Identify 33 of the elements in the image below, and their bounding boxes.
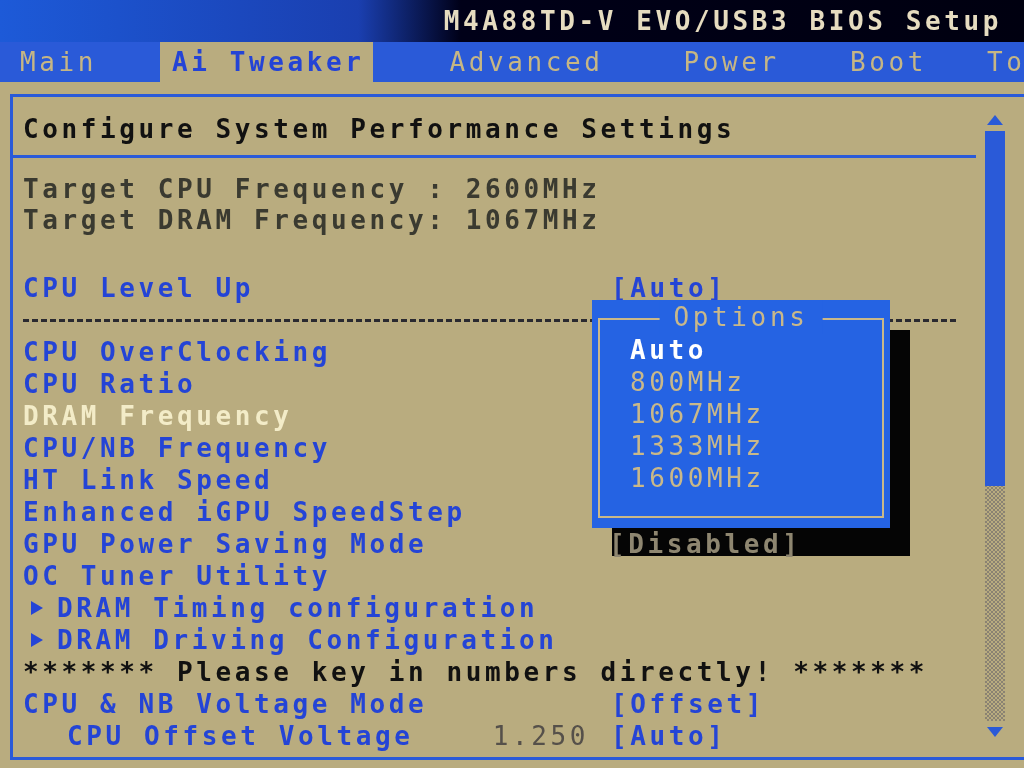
setting-label[interactable]: CPU & NB Voltage Mode	[23, 688, 611, 720]
menu-tab[interactable]: To	[974, 42, 1024, 82]
option-item[interactable]: 1600MHz	[630, 462, 765, 494]
option-item[interactable]: 1333MHz	[630, 430, 765, 462]
option-item[interactable]: 800MHz	[630, 366, 746, 398]
setting-label[interactable]: CPU Offset Voltage	[23, 720, 447, 752]
info-line: Target DRAM Frequency: 1067MHz	[23, 205, 602, 236]
section-heading: Configure System Performance Settings	[23, 113, 737, 146]
menu-tab[interactable]: Boot	[837, 42, 935, 82]
setting-label[interactable]: CPU Level Up	[23, 272, 611, 304]
scrollbar-thumb[interactable]	[985, 131, 1005, 486]
window-title: M4A88TD-V EVO/USB3 BIOS Setup	[443, 6, 1002, 36]
setting-label[interactable]: GPU Power Saving Mode	[23, 528, 611, 560]
scrollbar-track[interactable]	[985, 131, 1005, 721]
option-item[interactable]: 1067MHz	[630, 398, 765, 430]
menu-tab[interactable]: Advanced	[437, 42, 612, 82]
option-item[interactable]: Auto	[630, 334, 707, 366]
value-reading: 1.250	[491, 720, 590, 752]
info-line: Target CPU Frequency : 2600MHz	[23, 174, 602, 205]
scroll-up-icon[interactable]	[987, 115, 1003, 125]
triangle-right-icon	[31, 601, 43, 615]
notice-text: ******* Please key in numbers directly! *******	[23, 656, 928, 688]
setting-value[interactable]: [Auto]	[611, 720, 727, 752]
setting-label[interactable]: OC Tuner Utility	[23, 560, 611, 592]
menu-tab[interactable]: Power	[671, 42, 788, 82]
setting-value[interactable]: [Disabled]	[609, 528, 802, 560]
setting-value[interactable]: [Offset]	[611, 688, 766, 720]
submenu-item[interactable]: DRAM Timing configuration	[57, 592, 539, 624]
submenu-item[interactable]: DRAM Driving Configuration	[57, 624, 558, 656]
triangle-right-icon	[31, 633, 43, 647]
scroll-down-icon[interactable]	[987, 727, 1003, 737]
menu-tab[interactable]: Ai Tweaker	[160, 42, 373, 82]
menu-tab[interactable]: Main	[8, 42, 105, 82]
